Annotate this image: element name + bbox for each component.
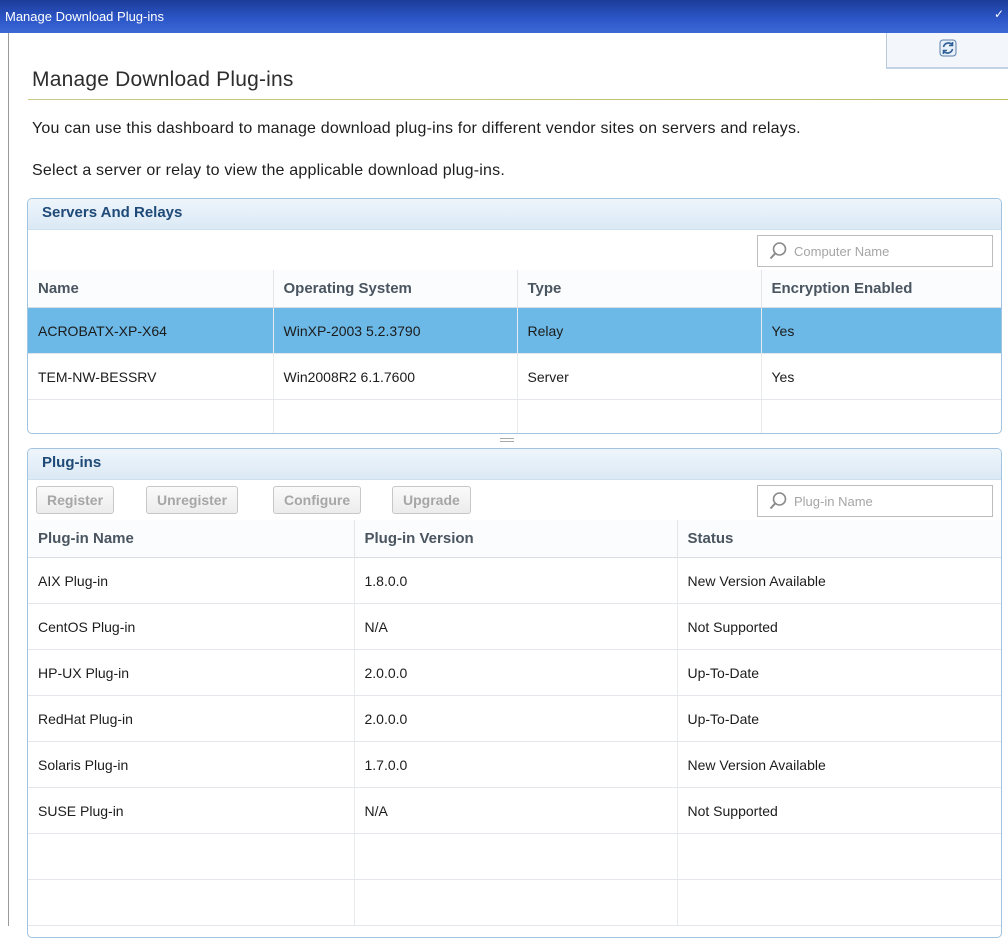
column-header[interactable]: Type [516,270,761,308]
plugin-row[interactable]: CentOS Plug-in N/A Not Supported [28,603,1001,650]
plugin-name-input[interactable] [794,491,979,511]
plugin-search[interactable] [757,485,993,517]
plugin-status: New Version Available [676,741,1001,788]
server-row[interactable]: ACROBATX-XP-X64 WinXP-2003 5.2.3790 Rela… [28,307,1001,354]
server-os: Win2008R2 6.1.7600 [272,353,517,400]
empty-row [28,879,1001,926]
plugin-version: 1.8.0.0 [353,557,677,604]
register-button[interactable]: Register [36,486,115,514]
column-header[interactable]: Plug-in Version [353,520,677,558]
plugins-header-row: Plug-in Name Plug-in Version Status [28,520,1001,558]
column-header[interactable]: Status [676,520,1001,558]
column-header[interactable]: Name [28,270,273,308]
plugin-status: Up-To-Date [676,649,1001,696]
upgrade-button[interactable]: Upgrade [392,486,471,514]
search-icon [769,242,787,260]
server-os: WinXP-2003 5.2.3790 [272,307,517,354]
server-row[interactable]: TEM-NW-BESSRV Win2008R2 6.1.7600 Server … [28,353,1001,400]
plugin-name: AIX Plug-in [28,557,354,604]
refresh-icon[interactable] [937,37,959,59]
plugin-row[interactable]: SUSE Plug-in N/A Not Supported [28,787,1001,834]
empty-row [28,833,1001,880]
window-title: Manage Download Plug-ins [5,9,164,24]
plugin-version: N/A [353,603,677,650]
plugin-name: RedHat Plug-in [28,695,354,742]
servers-toolbar [28,230,1001,270]
computer-name-input[interactable] [794,241,979,261]
server-type: Server [516,353,761,400]
server-encryption: Yes [760,353,1001,400]
plugins-panel-title: Plug-ins [28,449,1001,480]
server-name: ACROBATX-XP-X64 [28,307,273,354]
column-header[interactable]: Encryption Enabled [760,270,1001,308]
page-instruction: Select a server or relay to view the app… [32,162,506,179]
page-description: You can use this dashboard to manage dow… [32,120,801,137]
computer-search[interactable] [757,235,993,267]
server-encryption: Yes [760,307,1001,354]
plugin-status: Up-To-Date [676,695,1001,742]
plugin-status: New Version Available [676,557,1001,604]
plugin-name: Solaris Plug-in [28,741,354,788]
unregister-button[interactable]: Unregister [146,486,239,514]
plugin-name: SUSE Plug-in [28,787,354,834]
plugins-table: Plug-in Name Plug-in Version Status AIX … [28,520,1001,926]
plugin-version: 2.0.0.0 [353,649,677,696]
title-divider [28,99,1008,100]
plugin-row[interactable]: RedHat Plug-in 2.0.0.0 Up-To-Date [28,695,1001,742]
plugin-name: HP-UX Plug-in [28,649,354,696]
plugin-row[interactable]: HP-UX Plug-in 2.0.0.0 Up-To-Date [28,649,1001,696]
plugin-status: Not Supported [676,787,1001,834]
servers-table: Name Operating System Type Encryption En… [28,270,1001,433]
plugin-row[interactable]: AIX Plug-in 1.8.0.0 New Version Availabl… [28,557,1001,604]
servers-header-row: Name Operating System Type Encryption En… [28,270,1001,308]
plugins-toolbar: Register Unregister Configure Upgrade [28,480,1001,520]
panel-splitter-handle[interactable] [500,438,514,442]
empty-row [28,399,1001,433]
window-control-icon[interactable]: ✓ [994,8,1006,20]
plugin-version: N/A [353,787,677,834]
plugin-name: CentOS Plug-in [28,603,354,650]
page-title: Manage Download Plug-ins [32,68,294,91]
column-header[interactable]: Plug-in Name [28,520,354,558]
column-header[interactable]: Operating System [272,270,517,308]
plugin-version: 1.7.0.0 [353,741,677,788]
plugin-version: 2.0.0.0 [353,695,677,742]
window-titlebar: Manage Download Plug-ins ✓ [0,0,1008,33]
left-frame-edge [0,33,9,926]
plugins-panel: Plug-ins Register Unregister Configure U… [27,448,1002,938]
refresh-button[interactable] [886,33,1008,69]
configure-button[interactable]: Configure [273,486,362,514]
servers-panel: Servers And Relays Name Operating System… [27,198,1002,434]
server-type: Relay [516,307,761,354]
plugin-status: Not Supported [676,603,1001,650]
plugin-row[interactable]: Solaris Plug-in 1.7.0.0 New Version Avai… [28,741,1001,788]
search-icon [769,492,787,510]
servers-panel-title: Servers And Relays [28,199,1001,230]
server-name: TEM-NW-BESSRV [28,353,273,400]
